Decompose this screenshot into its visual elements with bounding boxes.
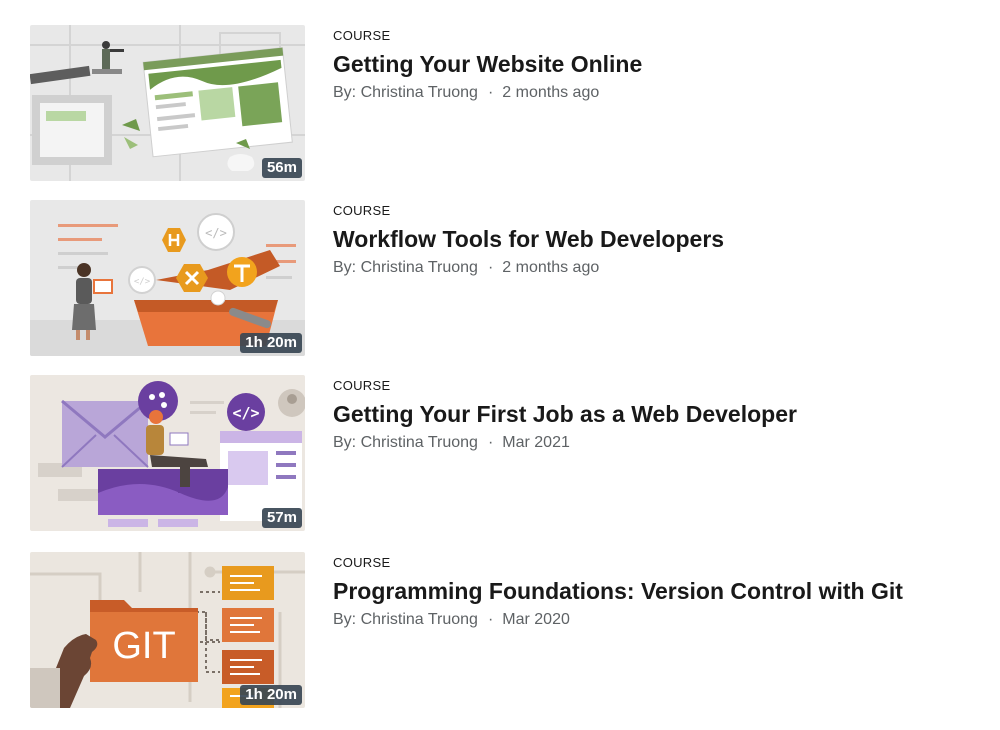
date-text: Mar 2021 <box>502 434 570 451</box>
course-info: COURSE Programming Foundations: Version … <box>333 555 963 630</box>
course-title-link[interactable]: Getting Your First Job as a Web Develope… <box>333 400 963 428</box>
content-type-label: COURSE <box>333 555 391 570</box>
separator-dot: · <box>487 259 494 276</box>
content-type-label: COURSE <box>333 378 391 393</box>
duration-badge: 1h 20m <box>240 333 302 353</box>
separator-dot: · <box>487 611 494 628</box>
git-folder-label: GIT <box>112 625 175 667</box>
course-info: COURSE Getting Your Website Online By: C… <box>333 28 963 103</box>
course-info: COURSE Workflow Tools for Web Developers… <box>333 203 963 278</box>
svg-text:</>: </> <box>134 277 151 287</box>
author-text: By: Christina Truong <box>333 84 478 101</box>
course-meta: By: Christina Truong · Mar 2020 <box>333 610 963 630</box>
course-item[interactable]: </> </> 1h 20m COURSE Workflow Tools for… <box>30 200 970 356</box>
content-type-label: COURSE <box>333 28 391 43</box>
author-text: By: Christina Truong <box>333 611 478 628</box>
course-thumbnail[interactable]: </> 57m <box>30 375 305 531</box>
course-title-link[interactable]: Programming Foundations: Version Control… <box>333 577 963 605</box>
svg-text:</>: </> <box>205 226 227 240</box>
course-meta: By: Christina Truong · 2 months ago <box>333 83 963 103</box>
course-title-link[interactable]: Workflow Tools for Web Developers <box>333 225 963 253</box>
course-info: COURSE Getting Your First Job as a Web D… <box>333 378 963 453</box>
svg-text:</>: </> <box>232 404 259 422</box>
date-text: Mar 2020 <box>502 611 570 628</box>
course-title-link[interactable]: Getting Your Website Online <box>333 50 963 78</box>
separator-dot: · <box>487 434 494 451</box>
course-meta: By: Christina Truong · Mar 2021 <box>333 433 963 453</box>
author-text: By: Christina Truong <box>333 434 478 451</box>
duration-badge: 56m <box>261 158 302 178</box>
date-text: 2 months ago <box>502 84 600 101</box>
course-thumbnail[interactable]: GIT 1h 20m <box>30 552 305 708</box>
course-meta: By: Christina Truong · 2 months ago <box>333 258 963 278</box>
author-text: By: Christina Truong <box>333 259 478 276</box>
course-item[interactable]: GIT 1h 20m COURSE Programming Foundation… <box>30 552 970 708</box>
duration-badge: 57m <box>261 508 302 528</box>
course-item[interactable]: 56m COURSE Getting Your Website Online B… <box>30 25 970 181</box>
course-thumbnail[interactable]: 56m <box>30 25 305 181</box>
content-type-label: COURSE <box>333 203 391 218</box>
course-list: 56m COURSE Getting Your Website Online B… <box>0 0 1000 730</box>
separator-dot: · <box>487 84 494 101</box>
course-thumbnail[interactable]: </> </> 1h 20m <box>30 200 305 356</box>
duration-badge: 1h 20m <box>240 685 302 705</box>
date-text: 2 months ago <box>502 259 600 276</box>
course-item[interactable]: </> 57m COURSE Getting Your First Job as… <box>30 375 970 531</box>
